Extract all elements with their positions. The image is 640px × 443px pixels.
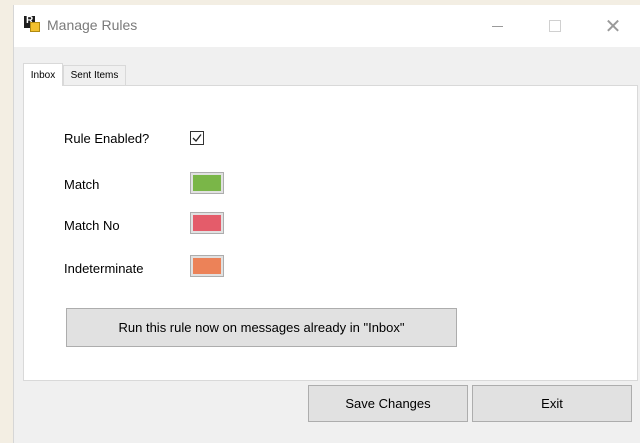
match-color-swatch bbox=[193, 175, 221, 191]
checkmark-icon bbox=[192, 134, 202, 142]
close-icon: ✕ bbox=[604, 14, 622, 38]
indeterminate-color-swatch bbox=[193, 258, 221, 274]
indeterminate-label: Indeterminate bbox=[64, 261, 144, 276]
match-no-color-swatch bbox=[193, 215, 221, 231]
match-label: Match bbox=[64, 177, 100, 192]
tab-sent-items[interactable]: Sent Items bbox=[63, 65, 126, 85]
app-icon: R bbox=[24, 15, 40, 32]
match-no-color-button[interactable] bbox=[190, 212, 224, 234]
indeterminate-color-button[interactable] bbox=[190, 255, 224, 277]
tab-inbox[interactable]: Inbox bbox=[23, 63, 63, 86]
inbox-tab-panel: Rule Enabled? Match Match No Indetermina… bbox=[23, 85, 638, 381]
title-bar[interactable]: R Manage Rules ✕ bbox=[14, 5, 640, 47]
minimize-button[interactable] bbox=[474, 5, 520, 47]
maximize-button[interactable] bbox=[532, 5, 578, 47]
close-button[interactable]: ✕ bbox=[590, 5, 636, 47]
match-color-button[interactable] bbox=[190, 172, 224, 194]
window-title: Manage Rules bbox=[47, 17, 138, 33]
save-changes-button[interactable]: Save Changes bbox=[308, 385, 468, 422]
minimize-icon bbox=[491, 25, 503, 27]
manage-rules-window: R Manage Rules ✕ Inbox Sent Items Rule E… bbox=[13, 5, 640, 443]
match-no-label: Match No bbox=[64, 218, 120, 233]
rule-enabled-label: Rule Enabled? bbox=[64, 131, 150, 146]
run-rule-now-button[interactable]: Run this rule now on messages already in… bbox=[66, 308, 457, 347]
exit-button[interactable]: Exit bbox=[472, 385, 632, 422]
rule-enabled-checkbox[interactable] bbox=[190, 131, 204, 145]
maximize-icon bbox=[549, 20, 561, 32]
